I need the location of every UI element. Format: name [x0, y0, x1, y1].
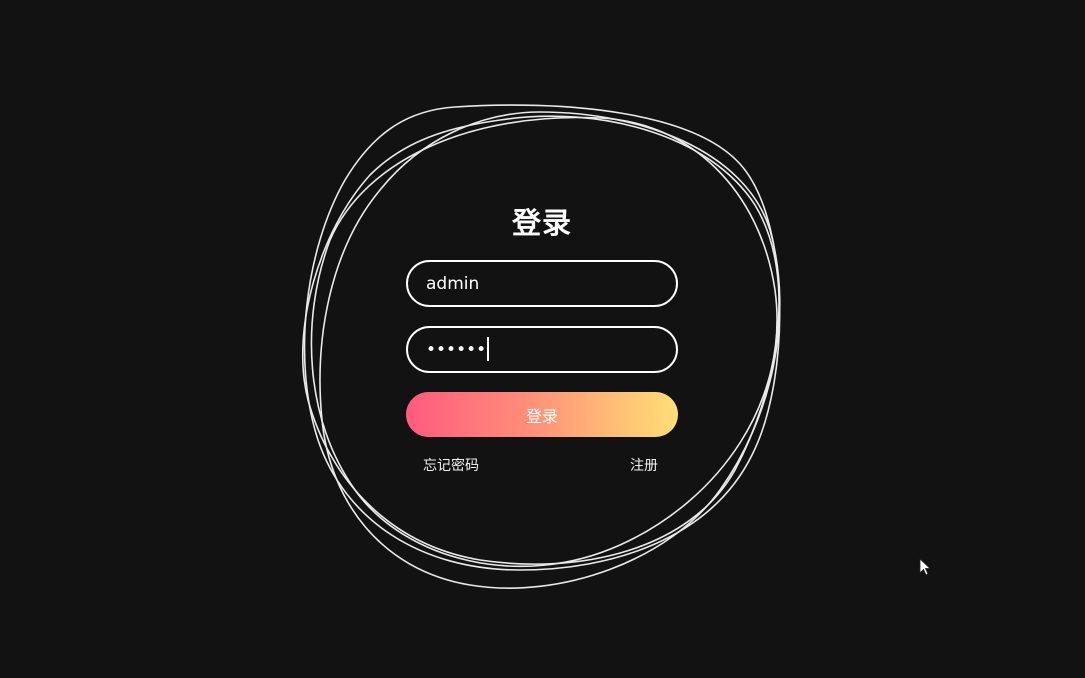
username-input[interactable]	[406, 260, 678, 307]
password-input[interactable]: ••••••	[406, 326, 678, 373]
mouse-cursor-icon	[919, 558, 931, 576]
login-title: 登录	[511, 206, 572, 240]
login-button[interactable]: 登录	[406, 392, 678, 437]
forgot-password-link[interactable]: 忘记密码	[423, 455, 479, 475]
register-link[interactable]: 注册	[630, 455, 658, 475]
login-screen: 登录 •••••• 登录 忘记密码 注册	[0, 0, 1085, 678]
text-caret	[487, 337, 489, 361]
password-mask: ••••••	[426, 337, 489, 363]
